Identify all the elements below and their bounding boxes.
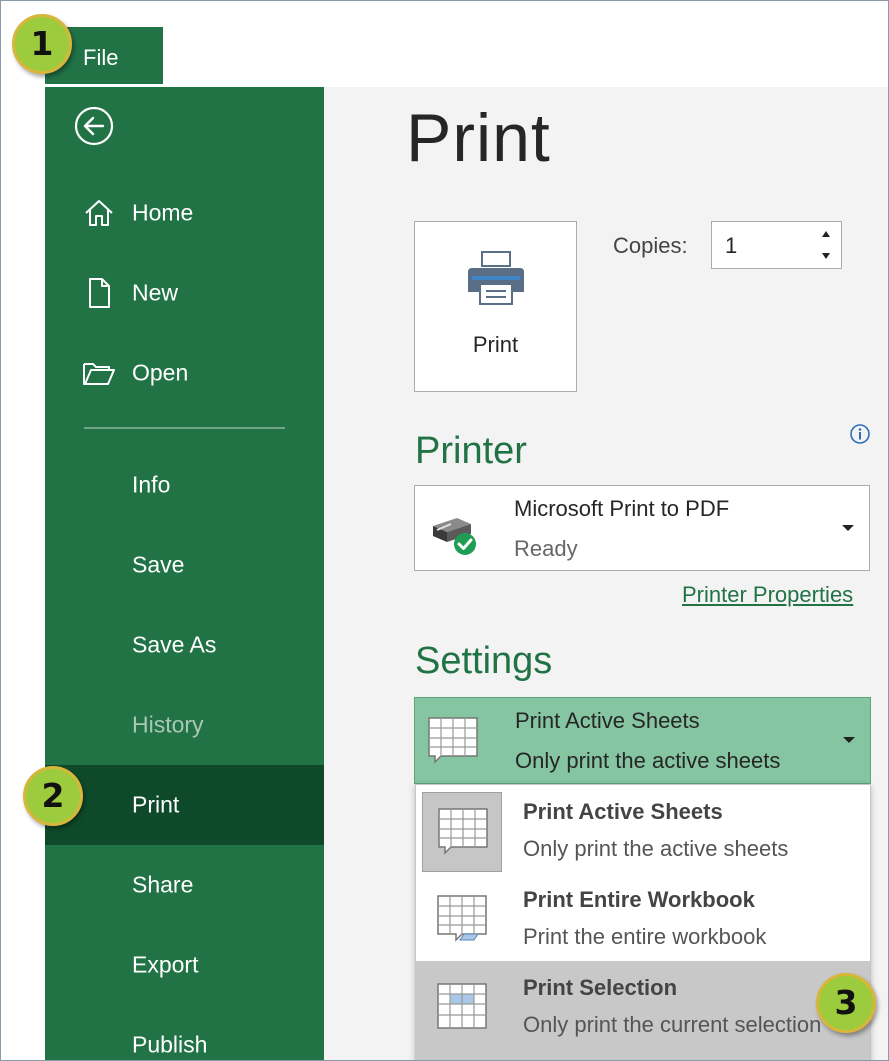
sidebar-item-info[interactable]: Info [45,445,324,525]
printer-ready-icon [433,518,476,555]
sidebar-item-share[interactable]: Share [45,845,324,925]
home-icon [85,200,113,226]
printer-icon [468,251,524,305]
option-icon-box [422,880,502,960]
chevron-down-icon [843,737,855,743]
sidebar-item-label: Publish [132,1031,208,1058]
print-scope-menu: Print Active Sheets Only print the activ… [415,784,871,1060]
print-scope-description: Only print the active sheets [515,748,781,773]
option-icon-box [422,968,502,1048]
sidebar-item-label: History [132,711,204,738]
print-scope-dropdown[interactable]: Print Active Sheets Only print the activ… [414,697,871,784]
sidebar-item-label: Save [132,551,185,578]
sidebar-item-publish[interactable]: Publish [45,1005,324,1060]
printer-name: Microsoft Print to PDF [514,496,730,521]
print-pane: Print Print Copies: 1 Printer Microsoft … [324,87,888,1060]
printer-status: Ready [514,536,578,561]
printer-properties-link[interactable]: Printer Properties [682,582,853,608]
sidebar-item-label: Open [132,359,189,386]
sidebar-item-save-as[interactable]: Save As [45,605,324,685]
chevron-down-icon [842,525,854,531]
print-button-label: Print [472,332,519,357]
option-icon-box [422,792,502,872]
print-scope-title: Print Active Sheets [515,708,700,733]
sidebar-item-open[interactable]: Open [45,333,324,413]
menu-option-print-active-sheets[interactable]: Print Active Sheets Only print the activ… [416,785,870,873]
sidebar-item-print[interactable]: Print [45,765,324,845]
printer-heading: Printer [415,430,527,472]
sidebar-item-label: New [132,279,179,306]
option-title: Print Active Sheets [523,799,723,824]
option-description: Only print the current selection [523,1012,822,1037]
option-description: Only print the active sheets [523,836,789,861]
sidebar-item-home[interactable]: Home [45,173,324,253]
back-arrow-icon[interactable] [73,105,115,147]
folder-open-icon [83,363,115,385]
stepper-down-icon[interactable] [817,247,835,265]
new-document-icon [89,278,110,308]
sidebar-item-label: Export [132,951,199,978]
sheet-grid-icon [428,717,478,764]
sheet-grid-icon [438,808,488,855]
menu-option-print-entire-workbook[interactable]: Print Entire Workbook Print the entire w… [416,873,870,961]
info-icon[interactable] [849,423,871,445]
selection-grid-icon [437,983,487,1029]
stepper-up-icon[interactable] [817,225,835,243]
sidebar-item-label: Print [132,791,180,818]
sidebar-item-label: Save As [132,631,217,658]
sidebar-item-label: Info [132,471,171,498]
sidebar-item-save[interactable]: Save [45,525,324,605]
page-title: Print [406,100,551,176]
copies-value: 1 [725,233,738,258]
sidebar-item-export[interactable]: Export [45,925,324,1005]
option-title: Print Entire Workbook [523,887,755,912]
sidebar-item-label: Share [132,871,194,898]
sidebar-item-label: Home [132,199,194,226]
backstage-sidebar: Home New Open Info Save Save As History [45,87,324,1060]
option-description: Print the entire workbook [523,924,767,949]
excel-backstage-window: File Home New Open Info Save Save As His… [0,0,889,1061]
option-title: Print Selection [523,975,678,1000]
step-callout-2: 2 [23,766,83,826]
settings-heading: Settings [415,640,553,682]
copies-label: Copies: [613,233,688,258]
printer-dropdown[interactable]: Microsoft Print to PDF Ready [414,485,870,571]
menu-option-print-selection[interactable]: Print Selection Only print the current s… [416,961,870,1060]
file-tab-label: File [83,45,119,70]
workbook-grid-icon [437,895,487,942]
step-callout-3: 3 [816,973,876,1033]
print-button[interactable]: Print [414,221,577,392]
step-callout-1: 1 [12,14,72,74]
sidebar-item-new[interactable]: New [45,253,324,333]
sidebar-divider [84,427,285,429]
sidebar-item-history: History [45,685,324,765]
